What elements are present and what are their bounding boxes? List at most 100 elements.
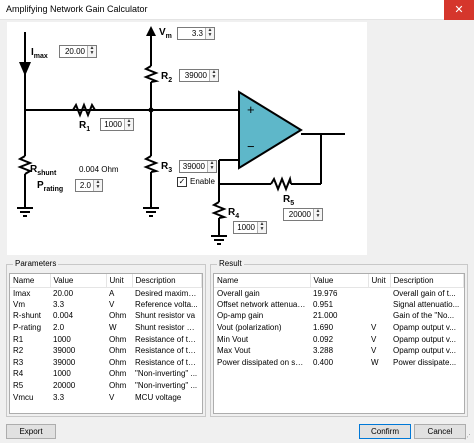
cell: Ohm [109, 311, 127, 321]
cell: Vm [13, 299, 25, 309]
spin-arrows-icon[interactable]: ▲ ▼ [257, 222, 266, 233]
cell: 0.004 [53, 311, 74, 321]
spin-arrows-icon[interactable]: ▲ ▼ [87, 46, 96, 57]
cell: Shunt resistor va [135, 311, 196, 321]
cell: Ohm [109, 357, 127, 367]
table-row[interactable]: R1 1000 Ohm Resistance of th... [10, 333, 202, 345]
r3-spinbox[interactable]: 39000 ▲ ▼ [179, 160, 217, 173]
cell: V [371, 323, 377, 333]
opamp-minus-sign: − [247, 139, 255, 154]
table-row[interactable]: Max Vout 3.288 V Opamp output v... [214, 345, 464, 357]
prating-spinbox[interactable]: 2.0 ▲ ▼ [75, 179, 103, 192]
column-header[interactable]: Description [132, 274, 202, 288]
cell: Gain of the "No... [393, 311, 455, 321]
close-icon[interactable]: ✕ [444, 0, 474, 20]
cell: 3.288 [313, 346, 334, 356]
table-row[interactable]: Vout (polarization) 1.690 V Opamp output v.… [214, 322, 464, 334]
cell: 2.0 [53, 323, 65, 333]
cell: Min Vout [217, 334, 249, 344]
cell: R-shunt [13, 311, 42, 321]
title-bar: Amplifying Network Gain Calculator ✕ [0, 0, 474, 20]
cell: Opamp output v... [393, 346, 456, 356]
export-button[interactable]: Export [6, 424, 56, 439]
column-header[interactable]: Description [390, 274, 464, 288]
table-row[interactable]: Vm 3.3 V Reference volta... [10, 299, 202, 311]
cell: Overall gain of t... [393, 288, 456, 298]
cell: W [371, 357, 379, 367]
imax-spinbox[interactable]: 20.00 ▲ ▼ [59, 45, 97, 58]
column-header[interactable]: Name [10, 274, 51, 288]
cell: Ohm [109, 334, 127, 344]
table-row[interactable]: P-rating 2.0 W Shunt resistor m... [10, 322, 202, 334]
parameters-table[interactable]: Name Value Unit Description Imax 20.00 A De… [9, 273, 203, 414]
table-row[interactable]: R3 39000 Ohm Resistance of th... [10, 357, 202, 369]
cell: Resistance of th... [135, 346, 200, 356]
cell: 0.951 [313, 299, 334, 309]
cell: Shunt resistor m... [135, 323, 200, 333]
table-row[interactable]: Power dissipated on shunt 0.400 W Power dis… [214, 357, 464, 369]
cell: Ohm [109, 369, 127, 379]
table-row[interactable]: Min Vout 0.092 V Opamp output v... [214, 333, 464, 345]
cell: "Non-inverting" ... [135, 369, 198, 379]
cell [368, 310, 390, 322]
table-row[interactable]: Offset network attenuation 0.951 Signal at… [214, 299, 464, 311]
result-header-row: Name Value Unit Description [214, 274, 464, 288]
cell: "Non-inverting" ... [135, 381, 198, 391]
table-row[interactable]: R5 20000 Ohm "Non-inverting" ... [10, 380, 202, 392]
cell: Resistance of th... [135, 357, 200, 367]
table-row[interactable]: Op-amp gain 21.000 Gain of the "No... [214, 310, 464, 322]
cell: P-rating [13, 323, 42, 333]
r4-label: R4 [228, 207, 240, 220]
cell: R4 [13, 369, 24, 379]
column-header[interactable]: Value [310, 274, 369, 288]
spin-arrows-icon[interactable]: ▲ ▼ [124, 119, 133, 130]
enable-checkbox[interactable]: ✓ [177, 177, 187, 187]
confirm-button[interactable]: Confirm [359, 424, 411, 439]
result-table[interactable]: Name Value Unit Description Overall gain… [213, 273, 465, 414]
r2-spinbox[interactable]: 39000 ▲ ▼ [179, 69, 219, 82]
cell: A [109, 288, 115, 298]
vm-label: Vm [159, 27, 172, 40]
cell [368, 299, 390, 311]
table-row[interactable]: R4 1000 Ohm "Non-inverting" ... [10, 368, 202, 380]
cell: V [109, 299, 115, 309]
spin-arrows-icon[interactable]: ▲ ▼ [205, 28, 214, 39]
cell: MCU voltage [135, 392, 182, 402]
cell: Imax [13, 288, 31, 298]
column-header[interactable]: Unit [368, 274, 391, 288]
result-group: Result Name Value Unit Description Overa… [210, 259, 468, 417]
spin-arrows-icon[interactable]: ▲ ▼ [313, 209, 322, 220]
cell: 39000 [53, 357, 76, 367]
cell: Power dissipated on shunt [217, 357, 310, 367]
cancel-button[interactable]: Cancel [414, 424, 466, 439]
r4-spinbox[interactable]: 1000 ▲ ▼ [233, 221, 267, 234]
column-header[interactable]: Unit [106, 274, 133, 288]
rshunt-value: 0.004 Ohm [79, 165, 119, 174]
result-title: Result [217, 259, 244, 268]
cell: Signal attenuatio... [393, 299, 460, 309]
prating-label: Prating [37, 180, 64, 193]
cell: Resistance of th... [135, 334, 200, 344]
parameters-header-row: Name Value Unit Description [10, 274, 202, 288]
spin-arrows-icon[interactable]: ▲ ▼ [209, 70, 218, 81]
r1-spinbox[interactable]: 1000 ▲ ▼ [100, 118, 134, 131]
cell: Ohm [109, 346, 127, 356]
spin-arrows-icon[interactable]: ▲ ▼ [93, 180, 102, 191]
cell: V [109, 392, 115, 402]
r5-spinbox[interactable]: 20000 ▲ ▼ [283, 208, 323, 221]
resize-grip-icon[interactable]: ⋰ [464, 433, 472, 441]
vm-spinbox[interactable]: 3.3 ▲ ▼ [177, 27, 215, 40]
table-row[interactable]: R2 39000 Ohm Resistance of th... [10, 345, 202, 357]
spin-arrows-icon[interactable]: ▲ ▼ [207, 161, 216, 172]
table-row[interactable]: Imax 20.00 A Desired maximu... [10, 287, 202, 299]
cell: 19.976 [313, 288, 338, 298]
cell: Power dissipate... [393, 357, 457, 367]
table-row[interactable]: Overall gain 19.976 Overall gain of t... [214, 287, 464, 299]
cell: 3.3 [53, 299, 65, 309]
table-row[interactable]: R-shunt 0.004 Ohm Shunt resistor va [10, 310, 202, 322]
cell: Vmcu [13, 392, 34, 402]
column-header[interactable]: Name [214, 274, 311, 288]
parameters-group: Parameters Name Value Unit Description I… [6, 259, 206, 417]
table-row[interactable]: Vmcu 3.3 V MCU voltage [10, 391, 202, 403]
column-header[interactable]: Value [50, 274, 107, 288]
